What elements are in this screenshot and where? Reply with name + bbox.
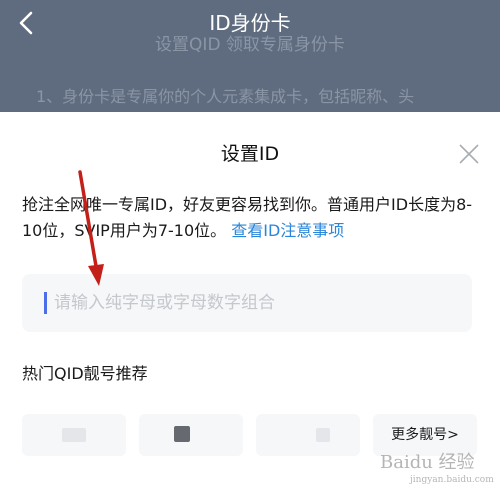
blurred-id (316, 428, 330, 442)
blurred-id (62, 428, 86, 442)
baidu-watermark: Baidu 经验 jingyan.baidu.com (380, 452, 498, 492)
page-description: 1、身份卡是专属你的个人元素集成卡，包括昵称、头 (36, 87, 415, 106)
id-input-box[interactable] (22, 274, 472, 332)
recommend-title: 热门QID靓号推荐 (22, 364, 148, 383)
id-input[interactable] (54, 284, 454, 322)
watermark-subtext: jingyan.baidu.com (410, 475, 494, 485)
page-subtitle: 设置QID 领取专属身份卡 (155, 35, 345, 55)
id-notice-link[interactable]: 查看ID注意事项 (231, 221, 344, 240)
text-caret (44, 292, 47, 314)
dialog-title: 设置ID (220, 143, 280, 165)
recommended-id-card[interactable] (256, 414, 360, 456)
recommended-id-card[interactable] (139, 414, 243, 456)
background-header: ID身份卡 设置QID 领取专属身份卡 1、身份卡是专属你的个人元素集成卡，包括… (0, 0, 500, 112)
more-ids-button[interactable]: 更多靓号> (373, 414, 477, 456)
recommended-id-card[interactable] (22, 414, 126, 456)
blurred-id (174, 426, 190, 442)
close-icon[interactable] (457, 142, 481, 166)
dialog-description: 抢注全网唯一专属ID，好友更容易找到你。普通用户ID长度为8-10位，SVIP用… (22, 192, 482, 244)
watermark-text: Baidu 经验 (380, 452, 475, 473)
set-id-dialog: 设置ID 抢注全网唯一专属ID，好友更容易找到你。普通用户ID长度为8-10位，… (0, 112, 500, 500)
